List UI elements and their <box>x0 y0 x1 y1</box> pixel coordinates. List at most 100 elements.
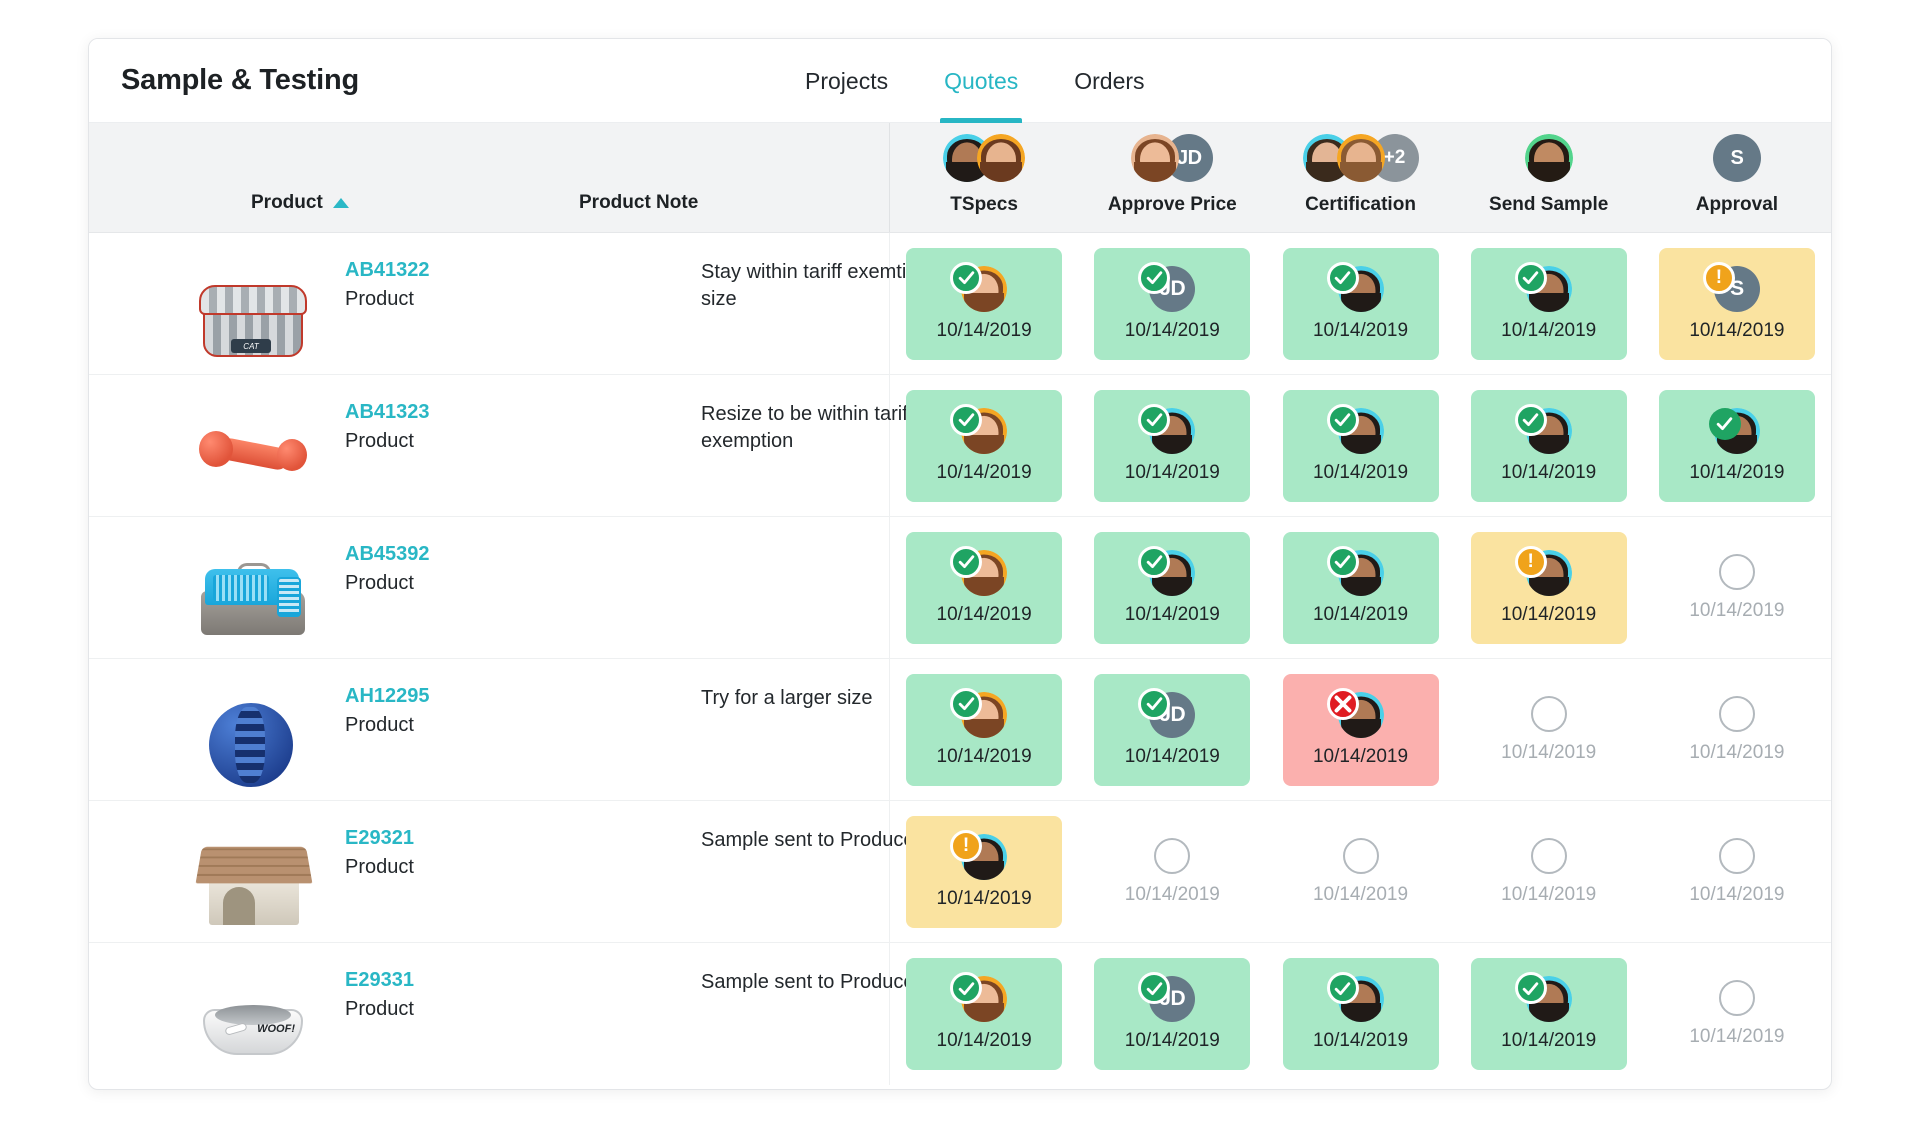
tab-quotes[interactable]: Quotes <box>916 39 1046 123</box>
empty-state-circle-icon[interactable] <box>1530 695 1567 732</box>
empty-state-circle-icon[interactable] <box>1718 837 1755 874</box>
status-chip-pending[interactable]: ! 10/14/2019 <box>906 815 1063 928</box>
status-chip-approved[interactable]: JD 10/14/2019 <box>1094 673 1251 786</box>
empty-state-circle-icon[interactable] <box>1718 695 1755 732</box>
house-roof <box>195 846 313 884</box>
status-chip-rejected[interactable]: 10/14/2019 <box>1282 673 1439 786</box>
product-subtitle: Product <box>345 856 414 878</box>
status-chip-approved[interactable]: 10/14/2019 <box>906 247 1063 360</box>
avatar-stack[interactable]: JD <box>1131 132 1214 184</box>
check-icon <box>1138 687 1171 720</box>
column-header-approval[interactable]: S Approval <box>1643 123 1831 232</box>
column-header-product-note[interactable]: Product Note <box>579 192 698 214</box>
status-date: 10/14/2019 <box>1312 745 1409 767</box>
tab-bar: Projects Quotes Orders <box>777 39 1173 123</box>
tab-orders[interactable]: Orders <box>1046 39 1172 123</box>
status-date: 10/14/2019 <box>1501 319 1597 341</box>
chip-avatar <box>1705 407 1769 454</box>
product-subtitle: Product <box>345 714 414 736</box>
row-status-cells: 10/14/2019 JD 10/14/2019 10/14/2019 10/14/20… <box>889 943 1831 1085</box>
status-date: 10/14/2019 <box>1312 461 1409 483</box>
avatar-stack[interactable] <box>943 132 1026 184</box>
row-product-info: WOOF! E29331 Product Sample sent to Produce… <box>89 943 957 1085</box>
avatar <box>1131 134 1180 182</box>
status-cell: 10/14/2019 <box>1266 517 1454 658</box>
status-chip-pending[interactable]: ! S 10/14/2019 <box>1658 247 1815 360</box>
product-code-link[interactable]: AH12295 <box>345 685 430 708</box>
status-date: 10/14/2019 <box>1312 603 1409 625</box>
row-product-info: AB45392 Product <box>89 517 957 658</box>
app-header: Sample & Testing Projects Quotes Orders <box>89 39 1831 123</box>
status-chip-approved[interactable]: 10/14/2019 <box>1282 958 1439 1070</box>
status-chip-pending[interactable]: ! 10/14/2019 <box>1470 531 1627 644</box>
avatar-stack[interactable] <box>1524 132 1573 184</box>
status-chip-empty: 10/14/2019 <box>1471 816 1627 928</box>
empty-state-circle-icon[interactable] <box>1530 837 1567 874</box>
table-row[interactable]: AH12295 Product Try for a larger size 10/14… <box>89 659 1831 801</box>
product-code-link[interactable]: E29321 <box>345 827 414 850</box>
status-chip-approved[interactable]: 10/14/2019 <box>1282 389 1439 502</box>
status-chip-empty: 10/14/2019 <box>1659 532 1815 644</box>
chip-avatar <box>1326 261 1393 312</box>
status-chip-approved[interactable]: 10/14/2019 <box>1094 389 1251 502</box>
tab-projects[interactable]: Projects <box>777 39 916 123</box>
column-header-certification[interactable]: +2 Certification <box>1266 123 1454 232</box>
status-cell: 10/14/2019 <box>890 943 1078 1085</box>
table-row[interactable]: WOOF! E29331 Product Sample sent to Produce… <box>89 943 1831 1085</box>
close-icon <box>1326 687 1359 720</box>
product-code-link[interactable]: AB41323 <box>345 401 430 424</box>
status-chip-approved[interactable]: 10/14/2019 <box>906 958 1063 1070</box>
avatar-hair-bottom <box>964 718 1005 738</box>
avatar-stack[interactable]: S <box>1712 132 1761 184</box>
status-cell: 10/14/2019 <box>1266 943 1454 1085</box>
row-product-info: E29321 Product Sample sent to Producer <box>89 801 957 942</box>
avatar-hair-bottom <box>964 434 1005 454</box>
status-chip-approved[interactable]: 10/14/2019 <box>1470 389 1627 502</box>
status-chip-approved[interactable]: 10/14/2019 <box>1094 531 1251 644</box>
status-chip-approved[interactable]: 10/14/2019 <box>1470 247 1627 360</box>
product-note: Stay within tariff exemtion size <box>701 261 929 310</box>
triangle-up-icon[interactable] <box>332 198 349 208</box>
status-chip-approved[interactable]: 10/14/2019 <box>1658 389 1815 502</box>
status-date: 10/14/2019 <box>1124 461 1220 483</box>
column-header-tspecs[interactable]: TSpecs <box>890 123 1078 232</box>
status-chip-approved[interactable]: 10/14/2019 <box>906 531 1063 644</box>
check-icon <box>1514 972 1547 1004</box>
warning-icon: ! <box>1702 261 1735 294</box>
status-cell: 10/14/2019 <box>1455 233 1643 374</box>
check-icon <box>1138 403 1171 436</box>
product-code-link[interactable]: AB41322 <box>345 259 430 282</box>
status-chip-approved[interactable]: 10/14/2019 <box>1282 247 1439 360</box>
treat-ball-image <box>197 689 309 793</box>
column-header-product[interactable]: Product <box>251 192 349 214</box>
status-date: 10/14/2019 <box>1124 319 1220 341</box>
empty-state-circle-icon[interactable] <box>1718 980 1755 1016</box>
chip-avatar <box>1326 687 1393 738</box>
column-header-send-sample[interactable]: Send Sample <box>1455 123 1643 232</box>
table-row[interactable]: AB41323 Product Resize to be within tariff… <box>89 375 1831 517</box>
status-chip-approved[interactable]: 10/14/2019 <box>1470 958 1627 1070</box>
status-chip-empty: 10/14/2019 <box>1659 816 1815 928</box>
status-chip-approved[interactable]: JD 10/14/2019 <box>1094 958 1251 1070</box>
product-code-link[interactable]: E29331 <box>345 969 414 992</box>
carrier-door <box>277 577 301 617</box>
status-chip-approved[interactable]: 10/14/2019 <box>906 389 1063 502</box>
table-row[interactable]: CAT AB41322 Product Stay within tariff exem… <box>89 233 1831 375</box>
status-cell: ! S 10/14/2019 <box>1643 233 1831 374</box>
column-header-approve-price[interactable]: JD Approve Price <box>1078 123 1266 232</box>
empty-state-circle-icon[interactable] <box>1718 553 1755 590</box>
product-code-link[interactable]: AB45392 <box>345 543 430 566</box>
status-chip-approved[interactable]: 10/14/2019 <box>1282 531 1439 644</box>
status-chip-approved[interactable]: JD 10/14/2019 <box>1094 247 1251 360</box>
avatar-stack[interactable]: +2 <box>1302 132 1419 184</box>
table-row[interactable]: E29321 Product Sample sent to Producer! 10/… <box>89 801 1831 943</box>
status-chip-approved[interactable]: 10/14/2019 <box>906 673 1063 786</box>
status-date: 10/14/2019 <box>1689 1026 1785 1047</box>
table-row[interactable]: AB45392 Product 10/14/2019 10/14/2019 10/14/… <box>89 517 1831 659</box>
empty-state-circle-icon[interactable] <box>1154 837 1191 874</box>
status-chip-empty: 10/14/2019 <box>1659 958 1815 1070</box>
status-date: 10/14/2019 <box>1124 603 1220 625</box>
chip-avatar <box>950 972 1016 1022</box>
empty-state-circle-icon[interactable] <box>1342 837 1379 874</box>
status-date: 10/14/2019 <box>1501 603 1597 625</box>
